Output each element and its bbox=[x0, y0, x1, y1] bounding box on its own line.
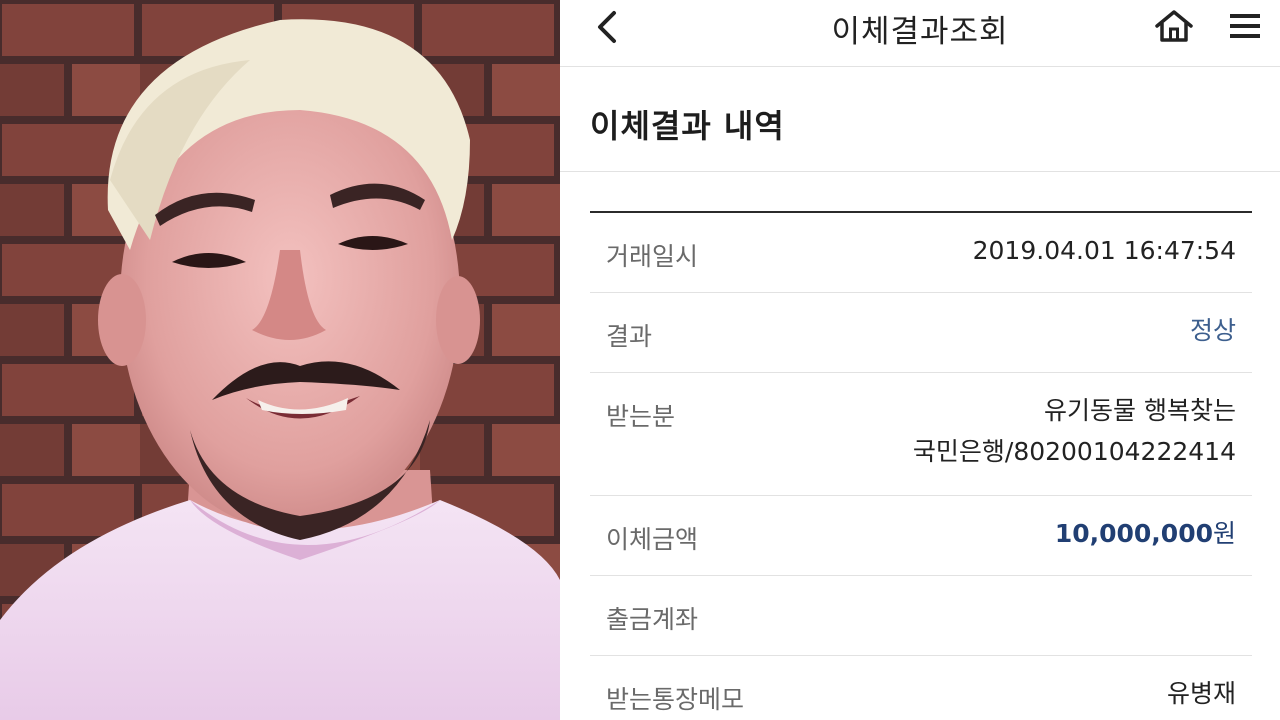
result-status-value: 정상 bbox=[1189, 316, 1236, 345]
section-title: 이체결과 내역 bbox=[590, 107, 785, 145]
home-button[interactable] bbox=[1154, 8, 1194, 44]
selfie-photo-illustration bbox=[0, 0, 560, 720]
amount-unit: 원 bbox=[1212, 519, 1236, 548]
amount-value: 10,000,000원 bbox=[1055, 513, 1236, 554]
datetime-label: 거래일시 bbox=[606, 242, 699, 271]
screen: 이체결과조회 이체결과 내역 거래일시 2019.04.01 16:47:54 … bbox=[0, 0, 1280, 720]
source-account-label: 출금계좌 bbox=[606, 605, 699, 634]
detail-row-amount: 이체금액 10,000,000원 bbox=[590, 496, 1252, 576]
recipient-label: 받는분 bbox=[606, 402, 676, 431]
datetime-value: 2019.04.01 16:47:54 bbox=[972, 236, 1236, 265]
detail-row-result: 결과 정상 bbox=[590, 293, 1252, 373]
home-icon bbox=[1155, 10, 1193, 42]
hamburger-menu-icon bbox=[1230, 14, 1260, 38]
memo-value: 유병재 bbox=[1166, 679, 1236, 708]
recipient-name: 유기동물 행복찾는 bbox=[1044, 396, 1236, 425]
detail-row-memo: 받는통장메모 유병재 bbox=[590, 656, 1252, 720]
result-label: 결과 bbox=[606, 322, 653, 351]
section-header: 이체결과 내역 bbox=[560, 67, 1280, 172]
transfer-detail-list: 거래일시 2019.04.01 16:47:54 결과 정상 받는분 유기동물 … bbox=[590, 211, 1252, 720]
detail-row-recipient: 받는분 유기동물 행복찾는 국민은행/80200104222414 bbox=[590, 373, 1252, 496]
detail-row-datetime: 거래일시 2019.04.01 16:47:54 bbox=[590, 213, 1252, 293]
memo-label: 받는통장메모 bbox=[606, 685, 745, 714]
menu-button[interactable] bbox=[1228, 10, 1262, 42]
amount-number: 10,000,000 bbox=[1054, 519, 1213, 548]
selfie-photo bbox=[0, 0, 560, 720]
transfer-result-screen: 이체결과조회 이체결과 내역 거래일시 2019.04.01 16:47:54 … bbox=[560, 0, 1280, 720]
amount-label: 이체금액 bbox=[606, 525, 699, 554]
recipient-account: 국민은행/80200104222414 bbox=[912, 437, 1236, 466]
recipient-value: 유기동물 행복찾는 국민은행/80200104222414 bbox=[913, 390, 1236, 472]
detail-row-source-account: 출금계좌 bbox=[590, 576, 1252, 656]
top-navigation-bar: 이체결과조회 bbox=[560, 0, 1280, 67]
